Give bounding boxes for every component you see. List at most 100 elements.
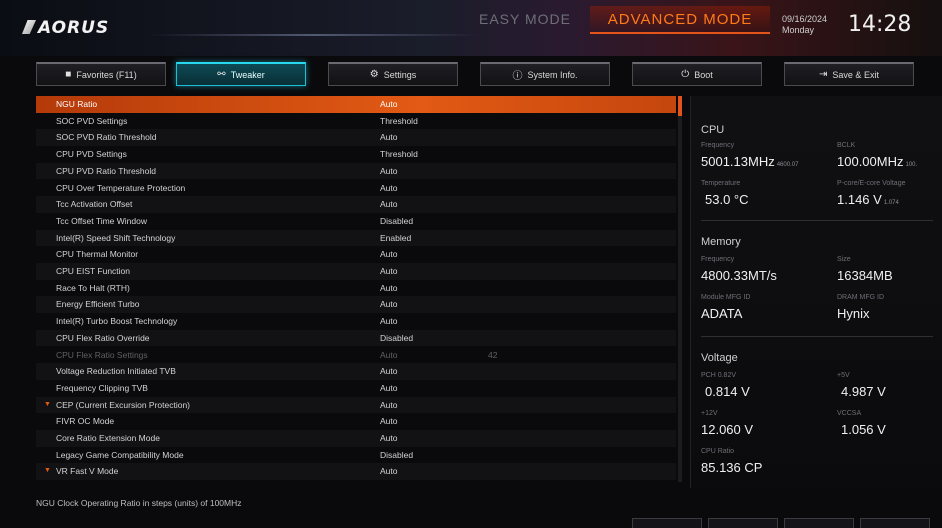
tab-favorites[interactable]: ■ Favorites (F11) [36,62,166,86]
setting-label: SOC PVD Settings [56,115,128,126]
module-mfg-label: Module MFG ID [701,294,751,301]
easy-mode-button[interactable]: EASY MODE [470,6,580,32]
dram-mfg-label: DRAM MFG ID [837,294,885,301]
setting-value[interactable]: Auto [380,280,398,297]
tab-boot[interactable]: ⏻ Boot [632,62,762,86]
setting-row[interactable]: ▼ CEP (Current Excursion Protection) Auto [36,397,676,414]
main-tabs: ■ Favorites (F11) ⚯ Tweaker ⚙ Settings ⓘ Sys… [36,62,916,88]
value-text: 1.146 V [837,192,882,207]
setting-row[interactable]: CPU Over Temperature Protection Auto [36,180,676,197]
setting-value[interactable]: Auto [380,129,398,146]
tab-system-info[interactable]: ⓘ System Info. [480,62,610,86]
footer-button[interactable] [632,518,702,528]
setting-row[interactable]: FIVR OC Mode Auto [36,413,676,430]
footer-button[interactable] [860,518,930,528]
setting-row[interactable]: CPU Flex Ratio Settings Auto 42 [36,347,676,364]
footer-button[interactable] [708,518,778,528]
scrollbar-thumb[interactable] [678,96,682,116]
footer-button[interactable] [784,518,854,528]
divider [701,336,933,337]
setting-value[interactable]: Threshold [380,146,418,163]
setting-value[interactable]: Auto [380,430,398,447]
setting-row[interactable]: Energy Efficient Turbo Auto [36,296,676,313]
header-decoration [150,34,480,36]
setting-label: Intel(R) Turbo Boost Technology [56,316,178,327]
setting-value[interactable]: Auto [380,196,398,213]
setting-label: CPU Flex Ratio Settings [56,349,148,360]
setting-label: CPU Thermal Monitor [56,249,139,260]
setting-row[interactable]: SOC PVD Ratio Threshold Auto [36,129,676,146]
advanced-mode-button[interactable]: ADVANCED MODE [590,6,770,34]
settings-scrollbar[interactable] [678,96,682,482]
setting-value[interactable]: Auto [380,263,398,280]
setting-value[interactable]: Auto [380,347,398,364]
setting-value[interactable]: Auto [380,413,398,430]
setting-row[interactable]: CPU PVD Ratio Threshold Auto [36,163,676,180]
aorus-logo: AORUS [22,18,109,38]
setting-value[interactable]: Disabled [380,330,413,347]
setting-row[interactable]: CPU Thermal Monitor Auto [36,246,676,263]
setting-row[interactable]: CPU EIST Function Auto [36,263,676,280]
tab-settings[interactable]: ⚙ Settings [328,62,458,86]
setting-row[interactable]: CPU Flex Ratio Override Disabled [36,330,676,347]
value-sub: 4600.07 [776,162,799,168]
setting-row[interactable]: Tcc Offset Time Window Disabled [36,213,676,230]
mem-frequency-label: Frequency [701,256,735,263]
memory-section-title: Memory [701,236,741,248]
setting-value[interactable]: Auto [380,163,398,180]
mem-size-value: 16384MB [837,268,893,283]
setting-row[interactable]: Voltage Reduction Initiated TVB Auto [36,363,676,380]
setting-row[interactable]: Intel(R) Turbo Boost Technology Auto [36,313,676,330]
setting-label: CEP (Current Excursion Protection) [56,399,191,410]
module-mfg-value: ADATA [701,306,743,321]
setting-row[interactable]: NGU Ratio Auto [36,96,676,113]
vccsa-label: VCCSA [837,410,862,417]
setting-value[interactable]: Auto [380,296,398,313]
setting-value[interactable]: Disabled [380,213,413,230]
star-icon: ■ [65,69,72,80]
tab-label: Tweaker [230,69,265,80]
setting-row[interactable]: ▼ VR Fast V Mode Auto [36,463,676,480]
setting-value[interactable]: Auto [380,380,398,397]
v5-value: 4.987 V [841,384,886,399]
setting-value[interactable]: Auto [380,180,398,197]
setting-value[interactable]: Threshold [380,113,418,130]
setting-row[interactable]: SOC PVD Settings Threshold [36,113,676,130]
v12-value: 12.060 V [701,422,754,437]
setting-label: Energy Efficient Turbo [56,299,140,310]
tab-save-exit[interactable]: ⇥ Save & Exit [784,62,914,86]
date-text: 09/16/2024 [782,14,828,24]
setting-row[interactable]: Tcc Activation Offset Auto [36,196,676,213]
setting-label: Intel(R) Speed Shift Technology [56,232,176,243]
setting-row[interactable]: CPU PVD Settings Threshold [36,146,676,163]
voltage-section-title: Voltage [701,352,738,364]
value-sub: 1.074 [883,200,899,206]
expand-arrow-icon[interactable]: ▼ [44,463,51,480]
bclk-value: 100.00MHz 100. [837,154,917,169]
setting-row[interactable]: Frequency Clipping TVB Auto [36,380,676,397]
setting-row[interactable]: Race To Halt (RTH) Auto [36,280,676,297]
tab-label: Favorites (F11) [76,69,137,80]
setting-label: FIVR OC Mode [56,416,115,427]
setting-value-secondary: 42 [488,349,498,360]
setting-value[interactable]: Disabled [380,447,413,464]
setting-value[interactable]: Auto [380,397,398,414]
setting-value[interactable]: Auto [380,363,398,380]
top-header: AORUS EASY MODE ADVANCED MODE 09/16/2024… [0,0,942,56]
expand-arrow-icon[interactable]: ▼ [44,397,51,414]
hardware-info-panel: CPU Frequency 5001.13MHz 4600.07 BCLK 100… [690,96,942,488]
setting-label: VR Fast V Mode [56,466,119,477]
setting-row[interactable]: Intel(R) Speed Shift Technology Enabled [36,230,676,247]
help-text: NGU Clock Operating Ratio in steps (unit… [36,498,242,508]
setting-value[interactable]: Auto [380,246,398,263]
setting-row[interactable]: Legacy Game Compatibility Mode Disabled [36,447,676,464]
setting-value[interactable]: Auto [380,96,398,113]
setting-value[interactable]: Enabled [380,230,411,247]
setting-value[interactable]: Auto [380,313,398,330]
setting-row[interactable]: Core Ratio Extension Mode Auto [36,430,676,447]
weekday-text: Monday [782,25,815,35]
power-icon: ⏻ [681,69,690,80]
tab-tweaker[interactable]: ⚯ Tweaker [176,62,306,86]
setting-value[interactable]: Auto [380,463,398,480]
setting-label: SOC PVD Ratio Threshold [56,132,157,143]
